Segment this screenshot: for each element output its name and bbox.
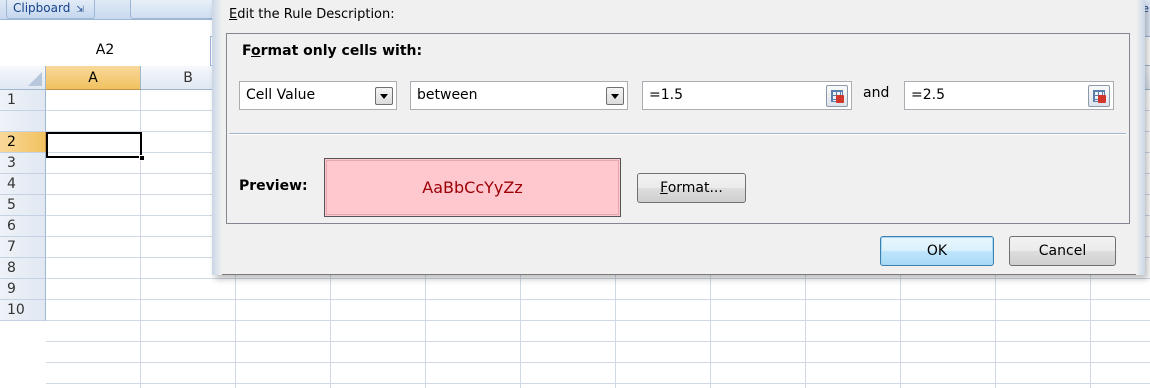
- row-header-8[interactable]: 8: [0, 258, 46, 279]
- dialog-right-border: [1136, 0, 1145, 275]
- section-title-mnemonic: E: [229, 7, 238, 22]
- active-cell-a2[interactable]: [46, 132, 142, 158]
- cancel-button[interactable]: Cancel: [1009, 236, 1116, 266]
- row-header-5[interactable]: 5: [0, 195, 46, 216]
- value1-text: =1.5: [649, 87, 683, 103]
- operator-value: between: [417, 87, 478, 103]
- format-only-label-mnemonic: o: [251, 43, 261, 59]
- operator-select[interactable]: between: [410, 81, 628, 110]
- row-header-6[interactable]: 6: [0, 216, 46, 237]
- dialog-launcher-icon[interactable]: ⇲: [76, 2, 84, 19]
- row-header-9[interactable]: 9: [0, 279, 46, 300]
- collapse-dialog-icon[interactable]: [1088, 85, 1110, 107]
- select-all-icon: [28, 72, 42, 86]
- fill-handle[interactable]: [139, 155, 145, 161]
- value2-text: =2.5: [911, 87, 945, 103]
- value2-input[interactable]: =2.5: [904, 81, 1114, 110]
- value1-input[interactable]: =1.5: [642, 81, 852, 110]
- column-header-a[interactable]: A: [46, 66, 141, 90]
- ribbon-group-clipboard: Clipboard ⇲: [6, 0, 95, 19]
- row-header-1[interactable]: 1: [0, 90, 46, 111]
- format-only-label-rest: rmat only cells with:: [260, 43, 423, 59]
- select-all-button[interactable]: [0, 66, 46, 90]
- row-header-4[interactable]: 4: [0, 174, 46, 195]
- ribbon-group-next: [130, 0, 220, 19]
- format-preview-box: AaBbCcYyZz: [324, 158, 621, 217]
- row-header-3[interactable]: 3: [0, 153, 46, 174]
- row-header-2[interactable]: 2: [0, 132, 46, 153]
- condition-type-value: Cell Value: [246, 87, 316, 103]
- row-header-10[interactable]: 10: [0, 300, 46, 321]
- chevron-down-icon[interactable]: [606, 87, 624, 105]
- name-box[interactable]: A2: [0, 36, 211, 66]
- ok-button[interactable]: OK: [880, 236, 994, 266]
- section-title-text: dit the Rule Description:: [237, 7, 395, 22]
- collapse-dialog-icon[interactable]: [826, 85, 848, 107]
- format-button-mnemonic: F: [660, 180, 668, 196]
- format-button-label: ormat...: [667, 180, 723, 196]
- preview-sample-text: AaBbCcYyZz: [326, 160, 619, 215]
- format-only-cells-label: Format only cells with:: [242, 43, 422, 59]
- panel-separator: [229, 133, 1126, 135]
- preview-label: Preview:: [239, 178, 308, 194]
- and-label: and: [863, 85, 890, 101]
- arrow-icon: [836, 95, 844, 103]
- condition-type-select[interactable]: Cell Value: [239, 81, 397, 110]
- ribbon-group-label: Clipboard: [13, 1, 71, 15]
- dialog-left-border: [212, 0, 222, 275]
- arrow-icon: [1098, 95, 1106, 103]
- format-button[interactable]: Format...: [637, 173, 746, 203]
- format-only-label-prefix: F: [242, 43, 251, 59]
- row-header-1b: [0, 111, 46, 132]
- row-header-7[interactable]: 7: [0, 237, 46, 258]
- chevron-down-icon[interactable]: [375, 87, 393, 105]
- edit-rule-description-label: Edit the Rule Description:: [229, 7, 395, 22]
